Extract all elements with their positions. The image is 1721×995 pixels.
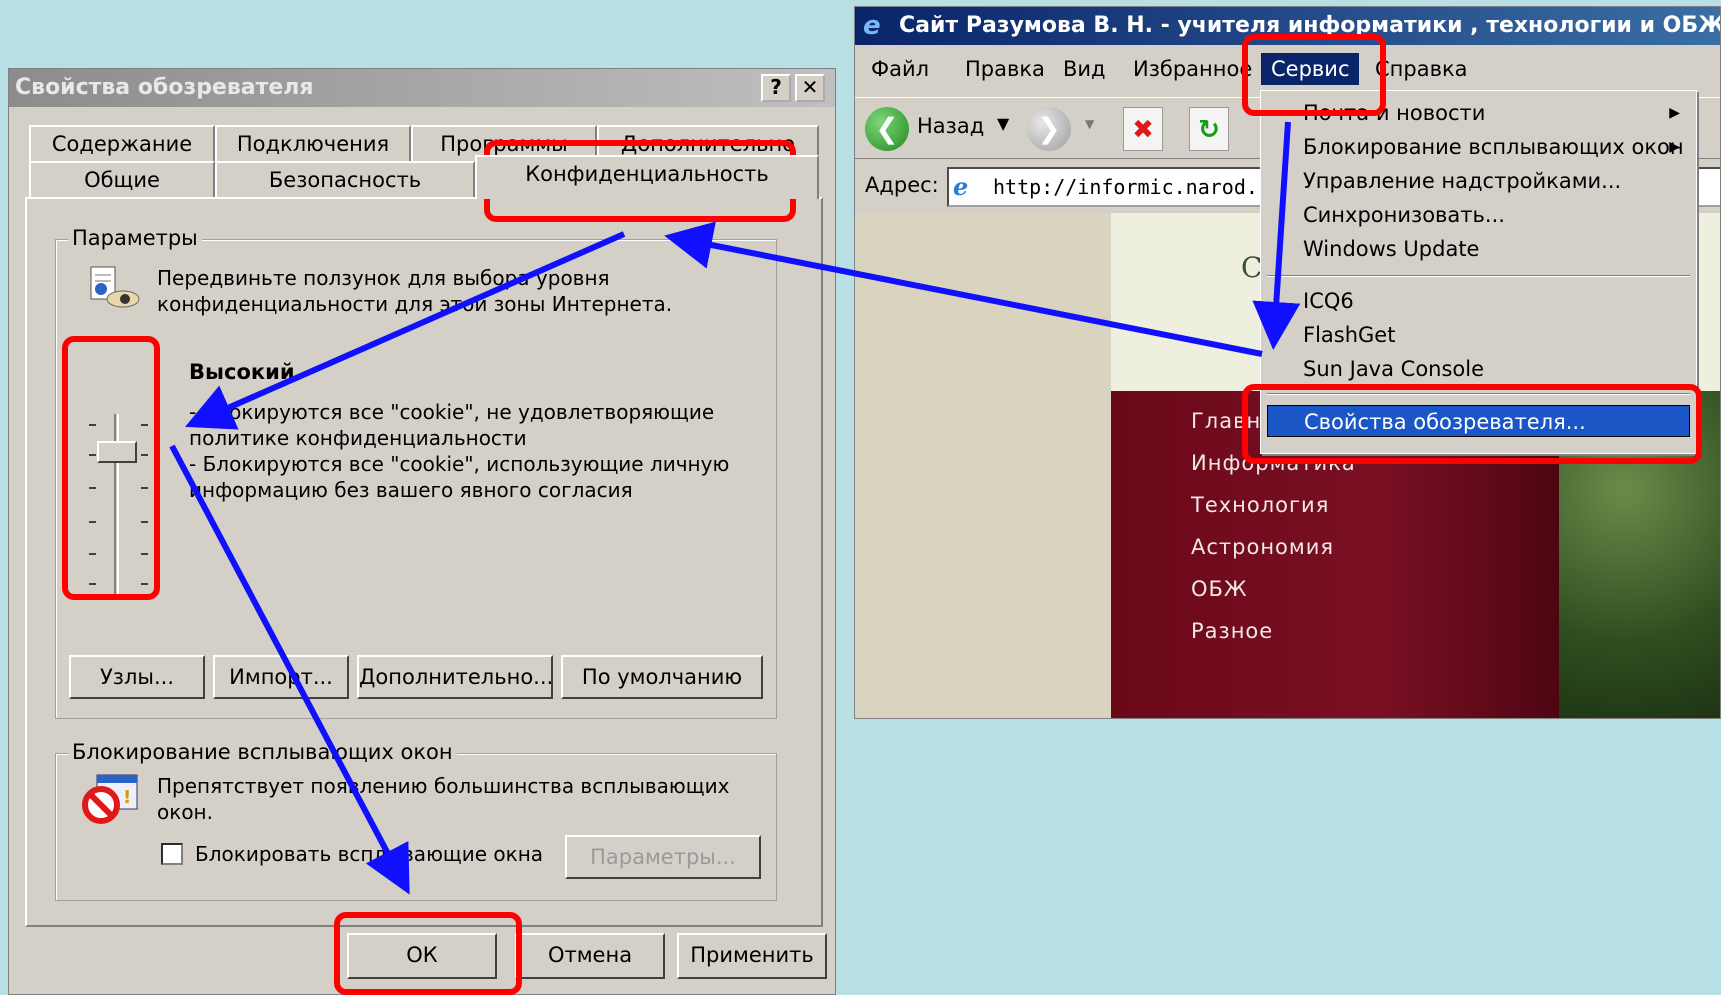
arrow-privacy-tab-to-slider [185,231,626,430]
arrow-service-to-options [1252,121,1301,350]
tab-privacy[interactable]: Конфиденциальность [475,155,819,199]
arrow-options-to-privacy-tab [664,221,1263,357]
arrow-slider-to-ok [169,444,410,895]
annotation-arrows [169,121,1301,895]
